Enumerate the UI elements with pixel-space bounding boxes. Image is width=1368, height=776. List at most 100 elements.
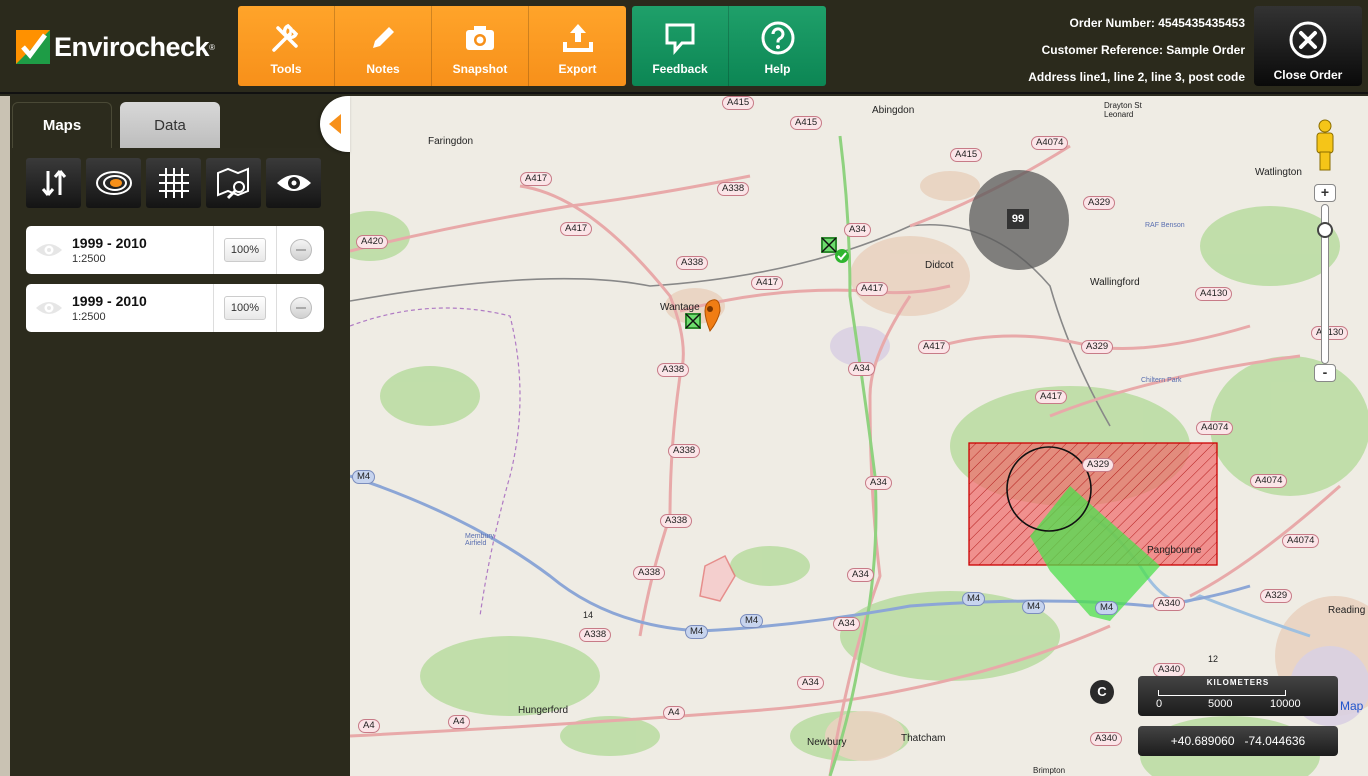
notes-button[interactable]: Notes: [335, 6, 432, 86]
contour-icon: [95, 171, 132, 195]
tab-maps[interactable]: Maps: [12, 102, 112, 148]
town-label: Brimpton: [1033, 766, 1066, 775]
remove-layer-button[interactable]: [289, 239, 312, 261]
order-number: Order Number: 4545435435453: [1069, 16, 1245, 30]
export-button[interactable]: Export: [529, 6, 626, 86]
layer-opacity-button[interactable]: 100%: [224, 296, 266, 320]
road-label: A415: [722, 96, 755, 110]
road-label: A4074: [1196, 421, 1234, 435]
grid-button[interactable]: [146, 158, 201, 208]
road-label: A340: [1153, 663, 1186, 677]
top-header: Envirocheck ® Tools Notes Snapshot Expor…: [0, 0, 1368, 94]
tools-button[interactable]: Tools: [238, 6, 335, 86]
zoom-in-button[interactable]: +: [1314, 184, 1336, 202]
road-label: A4074: [1031, 136, 1069, 150]
road-label: A417: [918, 340, 951, 354]
layer-title: 1999 - 2010: [72, 293, 147, 309]
scale-label: 10000: [1270, 698, 1301, 710]
cluster-marker[interactable]: 99: [969, 170, 1069, 270]
town-label: Wallingford: [1090, 277, 1140, 288]
junction-label: 12: [1208, 654, 1219, 664]
tools-label: Tools: [270, 62, 302, 76]
road-label: A329: [1083, 196, 1116, 210]
road-label: A34: [848, 362, 875, 376]
layer-item[interactable]: 1999 - 2010 1:2500 100%: [26, 226, 324, 274]
road-label: A4: [448, 715, 470, 729]
road-label: A34: [844, 223, 871, 237]
site-location-pin[interactable]: [704, 299, 721, 332]
town-label: Didcot: [925, 260, 954, 271]
checkmark-logo-icon: [16, 30, 50, 64]
envirocheck-logo: Envirocheck ®: [0, 0, 232, 94]
latitude-value: +40.689060: [1170, 734, 1235, 748]
layer-opacity-button[interactable]: 100%: [224, 238, 266, 262]
road-label: A4130: [1195, 287, 1233, 301]
road-label: A417: [751, 276, 784, 290]
road-label: A415: [950, 148, 983, 162]
layer-visibility-toggle[interactable]: [26, 240, 72, 260]
town-label: Hungerford: [518, 705, 569, 716]
layer-visibility-toggle[interactable]: [26, 298, 72, 318]
zoom-out-button[interactable]: -: [1314, 364, 1336, 382]
map-legend-button[interactable]: [206, 158, 261, 208]
feedback-button[interactable]: Feedback: [632, 6, 729, 86]
help-label: Help: [764, 62, 791, 76]
road-label: A417: [856, 282, 889, 296]
close-order-button[interactable]: Close Order: [1254, 6, 1362, 86]
close-order-label: Close Order: [1273, 68, 1343, 82]
map-canvas[interactable]: Faringdon Abingdon Drayton St Leonard Wa…: [350, 96, 1368, 776]
road-label: M4: [352, 470, 376, 484]
road-label: A34: [797, 676, 824, 690]
street-view-pegman-icon[interactable]: [1311, 118, 1339, 174]
tab-data[interactable]: Data: [120, 102, 220, 148]
road-label: A329: [1081, 340, 1114, 354]
road-label: A338: [657, 363, 690, 377]
visibility-button[interactable]: [266, 158, 321, 208]
road-label: A34: [847, 568, 874, 582]
road-label: M4: [1022, 600, 1046, 614]
town-label: Reading: [1328, 605, 1366, 616]
road-label: A4: [358, 719, 380, 733]
brand-name: Envirocheck: [54, 31, 210, 62]
toolbar-green: Feedback Help: [632, 6, 826, 86]
road-label: A4074: [1250, 474, 1288, 488]
layer-scale: 1:2500: [72, 253, 106, 265]
road-label: A338: [579, 628, 612, 642]
tools-icon: [272, 23, 299, 52]
road-label: A34: [833, 617, 860, 631]
eye-icon: [36, 302, 62, 314]
town-label: Pangbourne: [1147, 545, 1202, 556]
notes-label: Notes: [366, 62, 400, 76]
remove-layer-button[interactable]: [289, 297, 312, 319]
layer-item[interactable]: 1999 - 2010 1:2500 100%: [26, 284, 324, 332]
question-icon: [761, 21, 794, 55]
layer-scale: 1:2500: [72, 311, 106, 323]
scale-bar: KILOMETERS 0 5000 10000: [1138, 676, 1338, 716]
longitude-value: -74.044636: [1244, 734, 1306, 748]
town-label: Abingdon: [872, 105, 915, 116]
upload-icon: [562, 24, 593, 52]
copyright-button[interactable]: C: [1090, 680, 1114, 704]
road-label: A338: [668, 444, 701, 458]
snapshot-button[interactable]: Snapshot: [432, 6, 529, 86]
town-label: Wantage: [660, 302, 700, 313]
order-address: Address line1, line 2, line 3, post code: [1028, 70, 1245, 84]
road-label: A340: [1090, 732, 1123, 746]
road-label: A338: [717, 182, 750, 196]
town-label: RAF Benson: [1145, 222, 1185, 229]
zoom-slider-handle[interactable]: [1317, 222, 1333, 238]
sort-layers-button[interactable]: [26, 158, 81, 208]
map-attribution-link[interactable]: Map: [1340, 699, 1363, 713]
contour-button[interactable]: [86, 158, 141, 208]
road-label: A34: [865, 476, 892, 490]
road-label: A420: [356, 235, 389, 249]
town-label: Newbury: [807, 737, 847, 748]
camera-icon: [466, 26, 494, 50]
customer-reference: Customer Reference: Sample Order: [1041, 43, 1245, 57]
map-edge-strip: [0, 96, 10, 776]
eye-icon: [276, 175, 311, 191]
town-label: Drayton St Leonard: [1104, 101, 1142, 119]
road-label: M4: [1095, 601, 1119, 615]
help-button[interactable]: Help: [729, 6, 826, 86]
coordinate-readout: +40.689060 -74.044636: [1138, 726, 1338, 756]
